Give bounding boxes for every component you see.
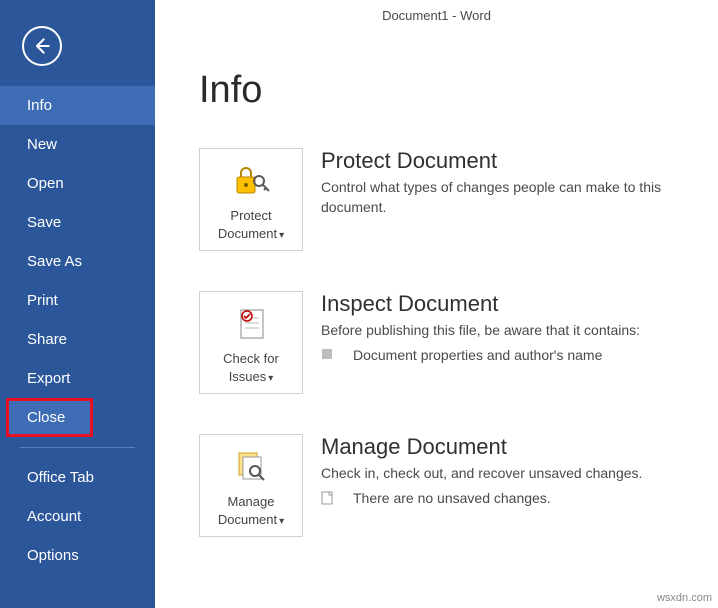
nav-options[interactable]: Options: [0, 536, 155, 575]
nav-print[interactable]: Print: [0, 281, 155, 320]
nav-open[interactable]: Open: [0, 164, 155, 203]
protect-title: Protect Document: [321, 148, 702, 174]
chevron-down-icon: ▾: [279, 230, 284, 241]
protect-body: Protect Document Control what types of c…: [321, 148, 718, 217]
nav-divider: [20, 447, 135, 448]
manage-bullet-row: There are no unsaved changes.: [321, 490, 702, 506]
chevron-down-icon: ▾: [268, 373, 273, 384]
manage-document-button[interactable]: Manage Document▾: [199, 434, 303, 537]
manage-bullet-text: There are no unsaved changes.: [353, 490, 551, 506]
back-button[interactable]: [22, 26, 62, 66]
lock-key-icon: [206, 159, 296, 203]
nav-new[interactable]: New: [0, 125, 155, 164]
manage-desc: Check in, check out, and recover unsaved…: [321, 464, 702, 484]
nav-info[interactable]: Info: [0, 86, 155, 125]
protect-button-line2: Document▾: [206, 225, 296, 243]
app-root: Info New Open Save Save As Print Share E…: [0, 0, 718, 608]
check-for-issues-button[interactable]: Check for Issues▾: [199, 291, 303, 394]
manage-button-line2: Document▾: [206, 511, 296, 529]
main-pane: Document1 - Word Info Protect Document▾: [155, 0, 718, 608]
nav-share[interactable]: Share: [0, 320, 155, 359]
inspect-desc: Before publishing this file, be aware th…: [321, 321, 702, 341]
checklist-icon: [206, 302, 296, 346]
nav-export[interactable]: Export: [0, 359, 155, 398]
nav-account[interactable]: Account: [0, 497, 155, 536]
protect-desc: Control what types of changes people can…: [321, 178, 702, 217]
nav-save-as[interactable]: Save As: [0, 242, 155, 281]
nav-list: Info New Open Save Save As Print Share E…: [0, 86, 155, 575]
manage-button-line1: Manage: [206, 493, 296, 511]
inspect-bullet-text: Document properties and author's name: [353, 347, 602, 363]
manage-title: Manage Document: [321, 434, 702, 460]
nav-save[interactable]: Save: [0, 203, 155, 242]
inspect-button-line1: Check for: [206, 350, 296, 368]
manage-body: Manage Document Check in, check out, and…: [321, 434, 718, 506]
protect-button-line1: Protect: [206, 207, 296, 225]
chevron-down-icon: ▾: [279, 516, 284, 527]
inspect-bullet-row: Document properties and author's name: [321, 347, 702, 363]
page-heading: Info: [199, 69, 718, 112]
watermark: wsxdn.com: [657, 592, 712, 604]
section-protect: Protect Document▾ Protect Document Contr…: [199, 148, 718, 251]
inspect-body: Inspect Document Before publishing this …: [321, 291, 718, 363]
document-small-icon: [321, 491, 335, 505]
arrow-left-icon: [32, 36, 52, 56]
inspect-title: Inspect Document: [321, 291, 702, 317]
section-manage: Manage Document▾ Manage Document Check i…: [199, 434, 718, 537]
window-title: Document1 - Word: [155, 0, 718, 23]
nav-close[interactable]: Close: [6, 398, 93, 437]
square-bullet-icon: [321, 348, 335, 362]
backstage-sidebar: Info New Open Save Save As Print Share E…: [0, 0, 155, 608]
protect-document-button[interactable]: Protect Document▾: [199, 148, 303, 251]
nav-office-tab[interactable]: Office Tab: [0, 458, 155, 497]
inspect-button-line2: Issues▾: [206, 368, 296, 386]
section-inspect: Check for Issues▾ Inspect Document Befor…: [199, 291, 718, 394]
document-search-icon: [206, 445, 296, 489]
